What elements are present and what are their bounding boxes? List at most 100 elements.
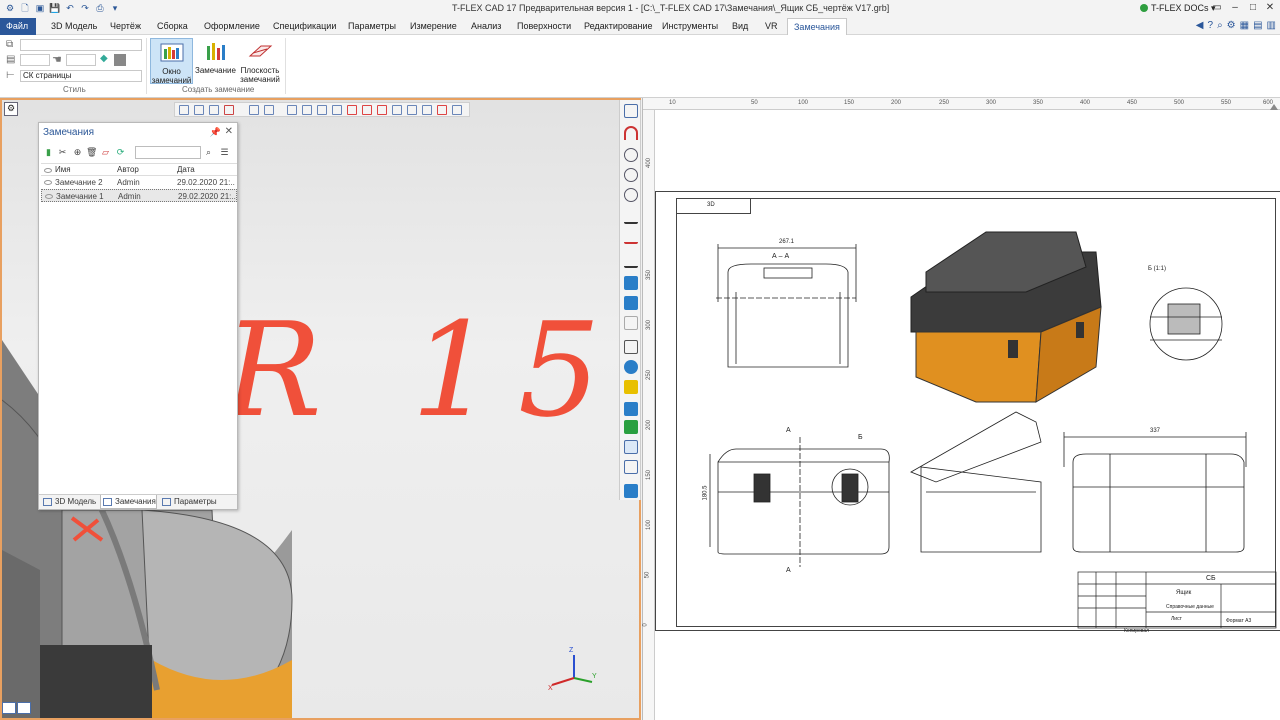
column-name[interactable]: Имя <box>41 164 115 175</box>
pin-icon[interactable]: 📌 <box>210 127 221 138</box>
search-icon[interactable]: ⌕ <box>203 147 214 158</box>
tab-surfaces[interactable]: Поверхности <box>511 18 577 35</box>
tab-parameters-panel[interactable]: Параметры <box>160 495 217 509</box>
print-view-icon[interactable] <box>624 484 638 498</box>
settings-icon[interactable]: ⚙ <box>1227 20 1236 31</box>
search-icon[interactable]: ⌕ <box>1217 20 1223 31</box>
panel-close-icon[interactable]: ✕ <box>225 126 233 137</box>
ribbon-separator <box>146 38 147 94</box>
visibility-icon[interactable] <box>44 180 52 185</box>
print-icon[interactable]: ⎙ <box>94 2 106 14</box>
delete-icon[interactable]: 🗑 <box>86 147 97 158</box>
view-window-icon[interactable] <box>624 440 638 454</box>
notes-window-button[interactable]: Окно замечаний <box>150 38 193 85</box>
tab-drawing[interactable]: Чертёж <box>104 18 147 35</box>
sphere-icon[interactable] <box>624 360 638 374</box>
value-field[interactable] <box>66 54 96 66</box>
tab-vr[interactable]: VR <box>759 18 784 35</box>
help-icon[interactable]: ? <box>1208 20 1214 31</box>
layout-icon[interactable]: ▦ <box>1240 20 1249 31</box>
glasses-icon[interactable] <box>624 210 638 224</box>
width-field[interactable] <box>20 54 50 66</box>
table-row[interactable]: Замечание 1 Admin 29.02.2020 21:... <box>41 189 237 202</box>
cube-check-icon[interactable] <box>624 296 638 310</box>
filter-combo[interactable] <box>135 146 201 159</box>
fill-icon[interactable]: ◆ <box>100 53 108 64</box>
wire-cube-icon[interactable] <box>624 340 638 354</box>
zoom-icon[interactable]: ⊕ <box>72 147 83 158</box>
tab-assembly[interactable]: Сборка <box>151 18 194 35</box>
plane-icon[interactable]: ▱ <box>100 147 111 158</box>
customize-icon[interactable]: ▾ <box>109 2 121 14</box>
tab-editing[interactable]: Редактирование <box>578 18 659 35</box>
tab-design[interactable]: Оформление <box>198 18 266 35</box>
column-author[interactable]: Автор <box>115 164 175 175</box>
yellow-cube-icon[interactable] <box>624 380 638 394</box>
zoom-in-icon[interactable] <box>624 148 638 162</box>
color-swatch[interactable] <box>114 54 126 66</box>
tflex-docs-menu[interactable]: T-FLEX DOCs ▾ <box>1140 3 1216 14</box>
tab-parameters[interactable]: Параметры <box>342 18 402 35</box>
svg-text:X: X <box>548 685 553 692</box>
glasses-red-icon[interactable] <box>624 230 638 244</box>
back-icon[interactable]: ◀ <box>1196 20 1204 31</box>
refresh-icon[interactable]: ⟳ <box>115 147 126 158</box>
view-glasses-icon[interactable] <box>624 254 638 268</box>
magnet-icon[interactable] <box>624 126 638 140</box>
redo-icon[interactable]: ↷ <box>79 2 91 14</box>
tab-notes[interactable]: Замечания <box>787 18 847 35</box>
tab-label: 3D Модель <box>55 497 97 506</box>
model-icon <box>43 498 52 506</box>
minimize-button[interactable]: – <box>1228 2 1242 14</box>
tab-view[interactable]: Вид <box>726 18 754 35</box>
panel-icon[interactable]: ▥ <box>1267 20 1276 31</box>
tab-3d-model-panel[interactable]: 3D Модель <box>41 495 96 509</box>
scroll-up-arrow[interactable] <box>1270 102 1278 110</box>
app-logo-icon[interactable]: ⚙ <box>4 2 16 14</box>
line-style-field[interactable] <box>20 39 142 51</box>
tab-analysis[interactable]: Анализ <box>465 18 507 35</box>
ribbon-options-icon[interactable]: ▭ <box>1210 2 1224 14</box>
tab-specifications[interactable]: Спецификации <box>267 18 342 35</box>
save-icon[interactable]: 💾 <box>49 2 61 14</box>
note-plane-button[interactable]: Плоскость замечаний <box>237 40 283 84</box>
cut-icon[interactable]: ✂ <box>57 147 68 158</box>
split-view-icon[interactable] <box>17 702 31 714</box>
open-icon[interactable]: ▣ <box>34 2 46 14</box>
zoom-window-icon[interactable] <box>624 168 638 182</box>
list-options-icon[interactable]: ☰ <box>219 147 230 158</box>
undo-icon[interactable]: ↶ <box>64 2 76 14</box>
annotation-text[interactable]: R 15 <box>224 305 625 435</box>
tab-label: Параметры <box>174 497 217 506</box>
tab-notes-panel[interactable]: Замечания <box>100 495 157 509</box>
note-author: Admin <box>117 178 140 187</box>
visibility-icon[interactable] <box>45 194 53 199</box>
zoom-out-icon[interactable] <box>624 188 638 202</box>
tile-view-icon[interactable] <box>2 702 16 714</box>
ruler-tick: 200 <box>646 419 653 431</box>
drawing-viewport[interactable]: 10 50 100 150 200 250 300 350 400 450 50… <box>642 98 1280 720</box>
maximize-button[interactable]: □ <box>1246 2 1260 14</box>
tab-measure[interactable]: Измерение <box>404 18 463 35</box>
hand-icon[interactable]: ☚ <box>52 53 62 66</box>
table-row[interactable]: Замечание 2 Admin 29.02.2020 21:... <box>41 176 237 189</box>
camera-icon[interactable] <box>624 460 638 474</box>
note-button[interactable]: Замечание <box>195 40 236 75</box>
tab-tools[interactable]: Инструменты <box>656 18 724 35</box>
window-icon[interactable] <box>624 104 638 118</box>
rotate-icon[interactable] <box>624 316 638 330</box>
close-button[interactable]: ✕ <box>1263 2 1277 14</box>
add-note-icon[interactable]: ▮ <box>43 147 54 158</box>
new-document-icon[interactable]: 🗋 <box>19 2 31 14</box>
axes-icon: ⊢ <box>6 70 15 81</box>
tab-file[interactable]: Файл <box>0 18 36 35</box>
color-icon: ▤ <box>6 54 16 65</box>
ruler-tick: 300 <box>986 100 997 106</box>
coordinate-system-select[interactable]: СК страницы <box>20 70 142 82</box>
tab-3d-model[interactable]: 3D Модель <box>45 18 103 35</box>
window-icon[interactable]: ▤ <box>1253 20 1262 31</box>
cube-icon[interactable] <box>624 276 638 290</box>
column-date[interactable]: Дата <box>175 164 235 175</box>
green-body-icon[interactable] <box>624 420 638 434</box>
section-icon[interactable] <box>624 402 638 416</box>
